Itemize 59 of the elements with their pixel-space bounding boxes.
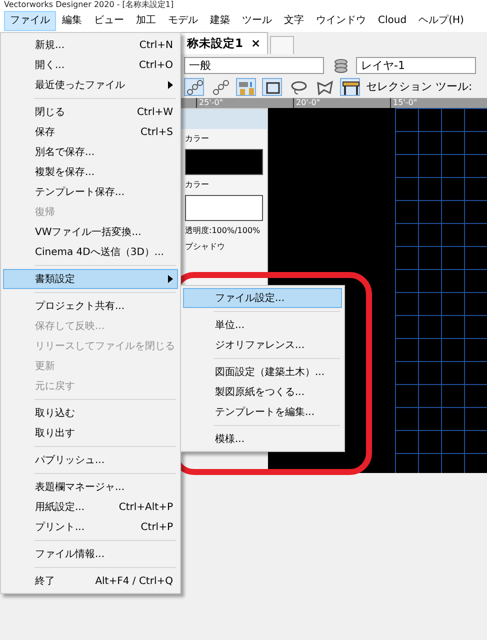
menu-item[interactable]: VWファイル一括変換... xyxy=(3,222,178,242)
menu-bar-item[interactable]: 文字 xyxy=(278,11,310,31)
menu-item[interactable]: プリント... Ctrl+P xyxy=(3,517,178,537)
menu-item[interactable]: 取り出す xyxy=(3,423,178,443)
menu-bar-item[interactable]: Cloud xyxy=(372,11,413,31)
menu-item[interactable]: 終了 Alt+F4 / Ctrl+Q xyxy=(3,571,178,591)
layer-dropdown[interactable]: レイヤ-1 xyxy=(356,56,476,74)
menu-item[interactable]: 閉じる Ctrl+W xyxy=(3,102,178,122)
menu-item[interactable]: ファイル設定... xyxy=(183,288,342,308)
menu-bar-item[interactable]: ファイル xyxy=(4,11,56,31)
document-tab[interactable]: 称未設定1 × xyxy=(180,32,268,54)
menu-item[interactable]: 別名で保存... xyxy=(3,142,178,162)
menu-item[interactable]: 単位... xyxy=(183,315,342,335)
nodes-icon[interactable] xyxy=(184,78,204,96)
window-title: Vectorworks Designer 2020 - [名称未設定1] xyxy=(3,0,175,10)
menu-item[interactable]: 複製を保存... xyxy=(3,162,178,182)
menu-item[interactable]: パブリッシュ... xyxy=(3,450,178,470)
menu-item[interactable]: 図面設定（建築土木）... xyxy=(183,362,342,382)
menu-item[interactable]: テンプレートを編集... xyxy=(183,402,342,422)
menu-item[interactable]: 開く... Ctrl+O xyxy=(3,55,178,75)
menu-bar-item[interactable]: ウインドウ xyxy=(310,11,372,31)
menu-item[interactable]: 保存 Ctrl+S xyxy=(3,122,178,142)
menu-bar-item[interactable]: ヘルプ(H) xyxy=(412,11,470,31)
tool-label: セレクション ツール: xyxy=(366,78,472,95)
fill-style-label: カラー xyxy=(185,133,209,145)
menu-item[interactable]: 表題欄マネージャ... xyxy=(3,477,178,497)
furniture-tool-icon[interactable] xyxy=(340,78,360,96)
menu-item[interactable]: Cinema 4Dへ送信（3D）... xyxy=(3,242,178,262)
menu-item[interactable]: 最近使ったファイル xyxy=(3,75,178,95)
fill-swatch[interactable] xyxy=(185,149,263,175)
menu-bar-item[interactable]: 建築 xyxy=(204,11,236,31)
nodes-icon[interactable] xyxy=(210,78,230,96)
menu-bar-item[interactable]: 加工 xyxy=(130,11,162,31)
pen-style-label: カラー xyxy=(185,179,209,191)
menu-item[interactable]: 書類設定 xyxy=(3,269,178,289)
pen-swatch[interactable] xyxy=(185,195,263,221)
menu-bar-item[interactable]: 編集 xyxy=(56,11,88,31)
class-dropdown[interactable]: 一般 xyxy=(184,56,324,74)
rectangle-tool-icon[interactable] xyxy=(262,78,282,96)
shadow-label: ブシャドウ xyxy=(185,241,225,253)
menu-bar-item[interactable]: モデル xyxy=(162,11,204,31)
menu-item[interactable]: テンプレート保存... xyxy=(3,182,178,202)
menu-bar-item[interactable]: ツール xyxy=(236,11,278,31)
menu-item[interactable]: 新規... Ctrl+N xyxy=(3,35,178,55)
submenu-arrow-icon xyxy=(168,81,173,89)
menu-item[interactable]: 用紙設定... Ctrl+Alt+P xyxy=(3,497,178,517)
polygon-tool-icon[interactable] xyxy=(314,78,334,96)
menu-bar-item[interactable]: ビュー xyxy=(88,11,130,31)
submenu-arrow-icon xyxy=(168,275,173,283)
menu-item[interactable]: ファイル情報... xyxy=(3,544,178,564)
menu-item[interactable]: 模様... xyxy=(183,429,342,449)
move-tool-icon[interactable] xyxy=(236,78,256,96)
opacity-label: 透明度:100%/100% xyxy=(185,225,260,237)
tab-label: 称未設定1 xyxy=(187,34,244,52)
menu-item[interactable]: プロジェクト共有... xyxy=(3,296,178,316)
menu-item[interactable]: 製図原紙をつくる... xyxy=(183,382,342,402)
close-icon[interactable]: × xyxy=(251,34,261,52)
menu-item[interactable]: 取り込む xyxy=(3,403,178,423)
menu-item[interactable]: ジオリファレンス... xyxy=(183,335,342,355)
